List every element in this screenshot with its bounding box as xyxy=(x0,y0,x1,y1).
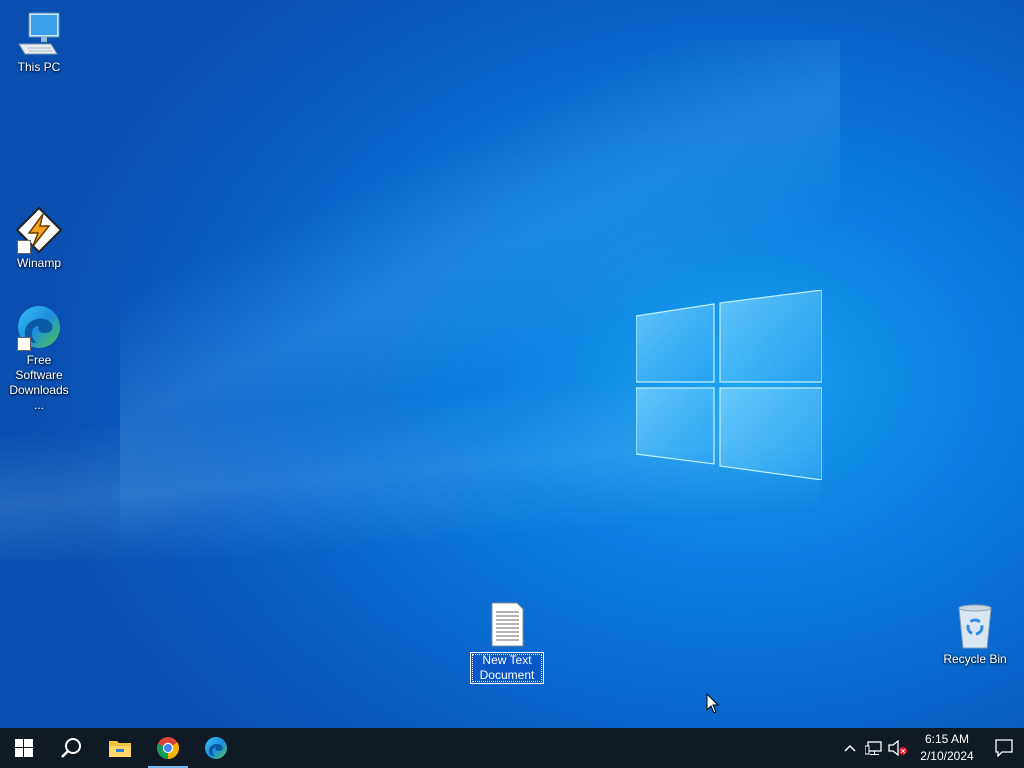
file-explorer-button[interactable] xyxy=(96,728,144,768)
icon-label: Free Software Downloads ... xyxy=(9,353,69,412)
volume-button[interactable] xyxy=(886,728,910,768)
icon-label: This PC xyxy=(17,60,61,74)
start-icon xyxy=(15,739,33,757)
this-pc-desktop-icon[interactable]: This PC xyxy=(1,10,77,75)
recycle-bin-desktop-icon[interactable]: Recycle Bin xyxy=(937,602,1013,667)
taskbar: 6:15 AM 2/10/2024 xyxy=(0,728,1024,768)
shortcut-arrow-icon xyxy=(17,337,31,351)
icon-label: New Text Document xyxy=(470,652,544,684)
icon-label: Winamp xyxy=(16,256,61,270)
text-document-icon xyxy=(483,602,531,650)
notification-icon xyxy=(995,739,1013,757)
file-explorer-icon xyxy=(109,741,131,757)
chevron-up-icon xyxy=(844,744,856,752)
shortcut-arrow-icon xyxy=(17,240,31,254)
clock-time: 6:15 AM xyxy=(924,732,970,746)
icon-label: Recycle Bin xyxy=(943,652,1007,666)
this-pc-icon xyxy=(15,10,63,58)
search-icon xyxy=(61,738,81,758)
edge-button[interactable] xyxy=(192,728,240,768)
windows-logo-wallpaper xyxy=(636,290,822,480)
system-tray: 6:15 AM 2/10/2024 xyxy=(838,728,1024,768)
winamp-icon xyxy=(15,206,63,254)
new-text-document-desktop-icon[interactable]: New Text Document xyxy=(470,602,544,684)
clock-date: 2/10/2024 xyxy=(920,749,974,763)
search-button[interactable] xyxy=(48,728,96,768)
start-button[interactable] xyxy=(0,728,48,768)
recycle-bin-icon xyxy=(951,602,999,650)
show-hidden-icons-button[interactable] xyxy=(838,728,862,768)
mouse-cursor-icon xyxy=(706,693,720,714)
chrome-icon xyxy=(157,737,179,759)
action-center-button[interactable] xyxy=(984,728,1024,768)
winamp-desktop-icon[interactable]: Winamp xyxy=(1,206,77,271)
chrome-button[interactable] xyxy=(144,728,192,768)
clock[interactable]: 6:15 AM 2/10/2024 xyxy=(912,731,982,765)
volume-muted-icon xyxy=(888,740,907,756)
desktop[interactable]: This PC Winamp Free Software Downloads .… xyxy=(0,0,1024,728)
edge-icon xyxy=(205,737,227,759)
network-icon xyxy=(865,741,882,755)
network-button[interactable] xyxy=(862,728,886,768)
free-software-downloads-desktop-icon[interactable]: Free Software Downloads ... xyxy=(1,303,77,413)
edge-icon xyxy=(15,303,63,351)
